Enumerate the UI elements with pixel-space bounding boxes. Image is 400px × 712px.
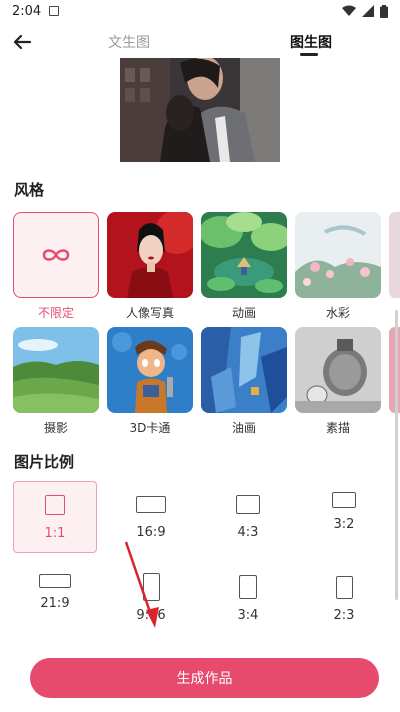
battery-icon — [380, 4, 388, 18]
top-nav: 文生图 图生图 — [0, 22, 400, 62]
style-thumb — [107, 212, 193, 298]
ratio-shape-wrap — [45, 490, 65, 520]
style-label: 3D卡通 — [129, 421, 171, 435]
style-thumb — [201, 212, 287, 298]
ratio-option-21-9[interactable]: 21:9 — [13, 564, 97, 636]
style-item-more-peek[interactable] — [389, 212, 400, 298]
back-arrow-icon[interactable] — [10, 30, 34, 54]
style-thumb — [295, 327, 381, 413]
ratio-label: 9:16 — [136, 608, 166, 623]
ratio-landscape-icon — [236, 494, 260, 514]
ratio-label: 4:3 — [237, 525, 259, 540]
style-thumb — [201, 327, 287, 413]
style-thumb — [295, 212, 381, 298]
ratio-label: 3:2 — [333, 517, 355, 532]
style-label: 不限定 — [37, 306, 74, 320]
ratio-option-1-1[interactable]: 1:1 — [13, 481, 97, 553]
style-thumb — [107, 327, 193, 413]
active-tab-indicator — [300, 53, 318, 56]
status-icons — [342, 4, 388, 18]
style-label: 素描 — [325, 421, 350, 435]
notification-icon — [49, 6, 60, 16]
style-item-unlimited[interactable]: 不限定 — [13, 212, 99, 321]
status-bar: 2:04 — [0, 0, 400, 22]
style-item-sketch[interactable]: 素描 — [295, 327, 381, 436]
ratio-option-4-3[interactable]: 4:3 — [206, 481, 290, 553]
ratio-shape-wrap — [136, 489, 166, 519]
ratio-shape-wrap — [332, 489, 356, 511]
ratio-option-2-3[interactable]: 2:3 — [302, 564, 386, 636]
ratio-shape-wrap — [239, 572, 257, 602]
style-item-3d-cartoon[interactable]: 3D卡通 — [107, 327, 193, 436]
ratio-label: 2:3 — [333, 608, 355, 623]
style-item-anime[interactable]: 动画 — [201, 212, 287, 321]
ratio-square-icon — [45, 495, 65, 515]
style-item-watercolor[interactable]: 水彩 — [295, 212, 381, 321]
style-item-oil-painting[interactable]: 油画 — [201, 327, 287, 436]
ratio-shape-wrap — [236, 489, 260, 519]
ratio-label: 1:1 — [44, 526, 66, 541]
style-label: 水彩 — [325, 306, 350, 320]
ratio-wide-icon — [136, 495, 166, 513]
ratio-option-9-16[interactable]: 9:16 — [109, 564, 193, 636]
style-label: 摄影 — [43, 421, 68, 435]
tab-text-to-image[interactable]: 文生图 — [108, 32, 150, 52]
ratio-ultrawide-icon — [39, 574, 71, 588]
style-thumb — [13, 327, 99, 413]
ratio-label: 21:9 — [40, 596, 70, 611]
scrollbar[interactable] — [395, 310, 398, 600]
ratio-section-title: 图片比例 — [14, 453, 75, 471]
uploaded-image-preview[interactable] — [120, 58, 280, 162]
ratio-option-3-4[interactable]: 3:4 — [206, 564, 290, 636]
infinity-icon — [42, 249, 70, 261]
style-thumb — [13, 212, 99, 298]
wifi-icon — [342, 5, 356, 16]
signal-icon — [362, 5, 374, 17]
ratio-landscape-icon — [332, 492, 356, 508]
style-item-photography[interactable]: 摄影 — [13, 327, 99, 436]
style-section-title: 风格 — [14, 181, 45, 199]
ratio-label: 16:9 — [136, 525, 166, 540]
ratio-shape-wrap — [39, 572, 71, 590]
status-time: 2:04 — [12, 3, 42, 19]
ratio-shape-wrap — [142, 572, 160, 602]
style-label: 动画 — [231, 306, 256, 320]
generate-button[interactable]: 生成作品 — [30, 658, 379, 698]
ratio-label: 3:4 — [237, 608, 259, 623]
style-item-portrait[interactable]: 人像写真 — [107, 212, 193, 321]
style-label: 油画 — [231, 421, 256, 435]
ratio-portrait-icon — [239, 575, 257, 599]
ratio-portrait-icon — [335, 575, 353, 599]
style-label: 人像写真 — [125, 306, 174, 320]
ratio-shape-wrap — [335, 572, 353, 602]
ratio-option-3-2[interactable]: 3:2 — [302, 481, 386, 553]
tab-image-to-image[interactable]: 图生图 — [290, 32, 332, 52]
ratio-option-16-9[interactable]: 16:9 — [109, 481, 193, 553]
ratio-tall-icon — [142, 573, 160, 601]
